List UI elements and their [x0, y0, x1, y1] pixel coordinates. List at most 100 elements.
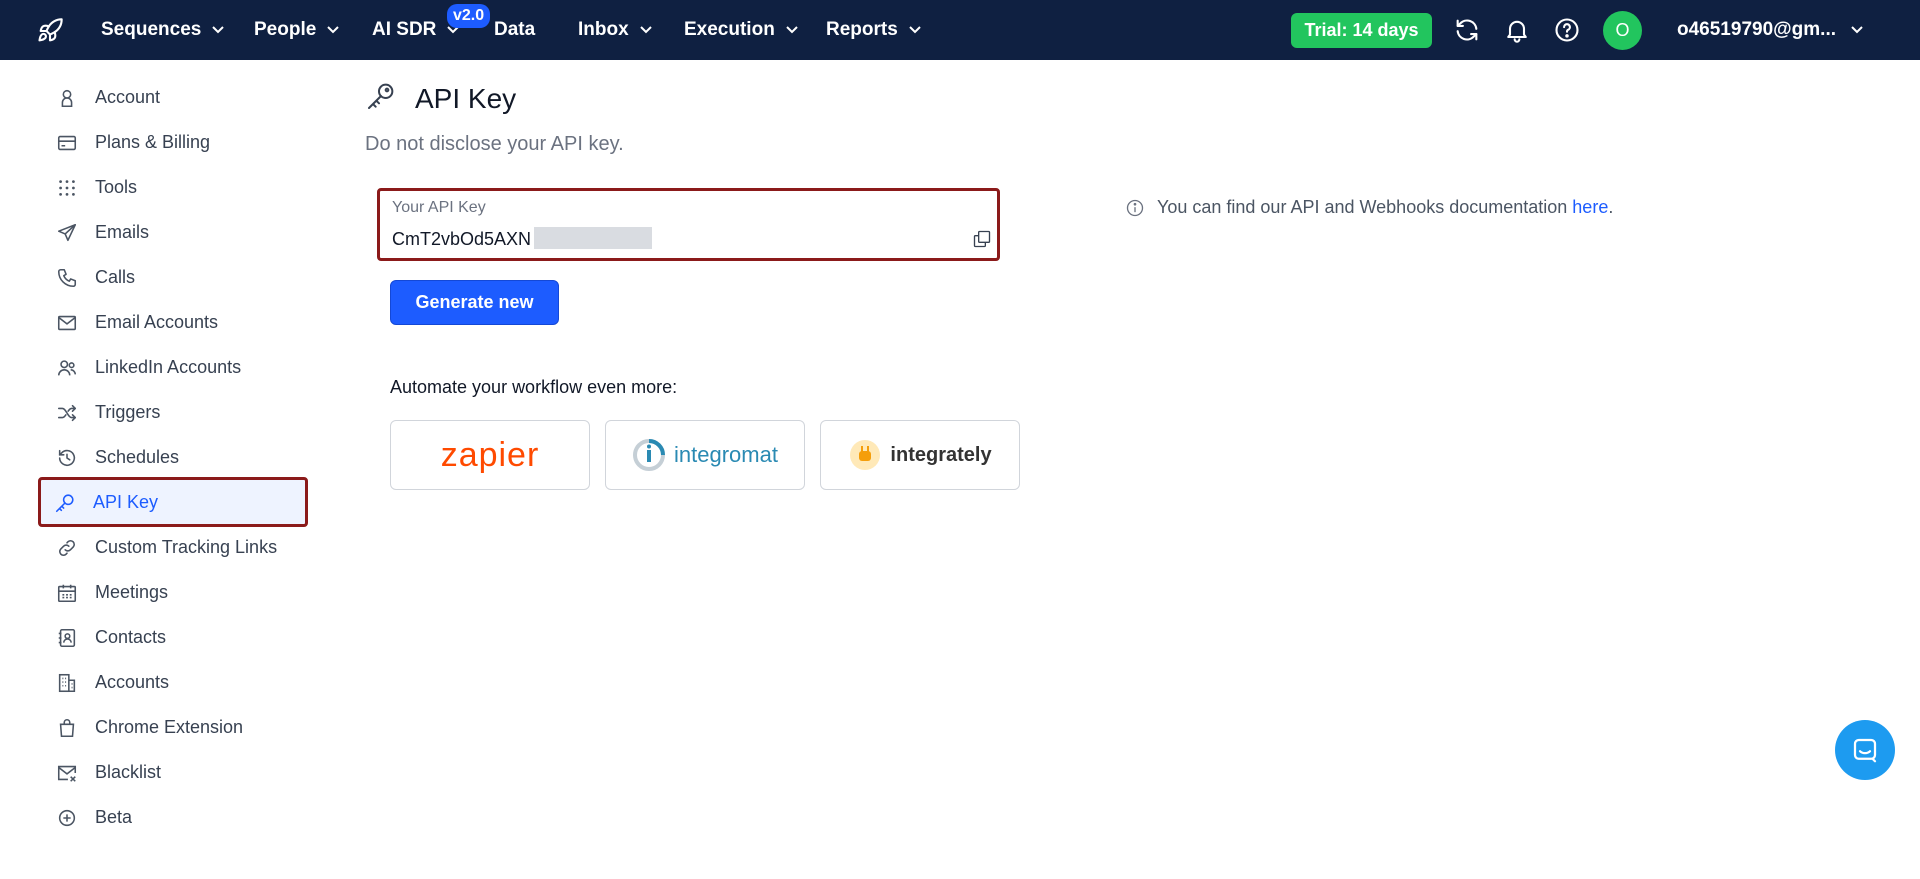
trial-badge-button[interactable]: Trial: 14 days	[1291, 13, 1432, 48]
integration-integrately-card[interactable]: integrately	[820, 420, 1020, 490]
chat-launcher-button[interactable]	[1835, 720, 1895, 780]
nav-sequences[interactable]: Sequences	[101, 0, 225, 60]
nav-label: Sequences	[101, 19, 202, 40]
info-icon	[1126, 199, 1144, 216]
envelope-icon	[57, 315, 77, 331]
sidebar-item-label: Email Accounts	[95, 312, 219, 332]
paper-plane-icon	[57, 223, 77, 242]
sidebar-item-label: Emails	[95, 222, 150, 242]
envelope-x-icon	[57, 765, 77, 782]
ai-sdr-version-badge: v2.0	[447, 4, 491, 28]
help-icon[interactable]	[1553, 16, 1581, 44]
chevron-down-icon[interactable]	[1850, 23, 1864, 37]
nav-people[interactable]: People	[254, 0, 340, 60]
sidebar-item-account[interactable]: Account	[40, 76, 306, 119]
sidebar-item-accounts[interactable]: Accounts	[40, 661, 306, 704]
sidebar-item-tools[interactable]: Tools	[40, 166, 306, 209]
sidebar-item-label: Schedules	[95, 447, 180, 467]
nav-label: Inbox	[578, 19, 629, 40]
users-icon	[57, 360, 77, 376]
chevron-down-icon	[909, 26, 921, 34]
grid-icon	[59, 180, 75, 196]
api-key-redaction	[534, 227, 652, 249]
user-menu[interactable]: o46519790@gm...	[1677, 0, 1836, 60]
nav-label: Execution	[684, 19, 775, 40]
key-icon	[55, 494, 74, 513]
api-docs-link[interactable]: here	[1572, 197, 1608, 218]
sidebar-item-label: Chrome Extension	[95, 717, 244, 737]
api-docs-info: You can find our API and Webhooks docume…	[1125, 197, 1613, 218]
nav-label: Data	[494, 19, 536, 40]
sidebar-item-schedules[interactable]: Schedules	[40, 436, 306, 479]
sidebar-item-label: Triggers	[95, 402, 161, 422]
api-key-value[interactable]: CmT2vbOd5AXN	[392, 229, 531, 250]
page-title-row	[365, 80, 397, 112]
generate-new-button[interactable]: Generate new	[390, 280, 559, 325]
sidebar-item-label: Accounts	[95, 672, 170, 692]
building-icon	[58, 673, 76, 693]
sidebar-item-api-key[interactable]: API Key	[38, 477, 308, 527]
page-title: API Key	[415, 83, 517, 114]
chevron-down-icon	[786, 26, 798, 34]
nav-execution[interactable]: Execution	[684, 0, 799, 60]
contact-book-icon	[58, 628, 76, 648]
credit-card-icon	[57, 135, 77, 151]
key-icon	[368, 83, 394, 109]
sidebar-item-label: Calls	[95, 267, 136, 287]
integration-zapier-card[interactable]: zapier	[390, 420, 590, 490]
chevron-down-icon	[212, 26, 225, 34]
nav-label: AI SDR	[372, 19, 437, 40]
sidebar-item-label: Contacts	[95, 627, 167, 647]
nav-label: Reports	[826, 19, 898, 40]
chevron-down-icon	[327, 26, 340, 34]
avatar[interactable]: O	[1603, 11, 1642, 50]
copy-icon[interactable]	[972, 229, 992, 249]
nav-inbox[interactable]: Inbox	[578, 0, 653, 60]
sidebar-item-label: Plans & Billing	[95, 132, 211, 152]
sidebar-item-label: Beta	[95, 807, 133, 827]
api-docs-suffix: .	[1608, 197, 1614, 217]
sidebar-item-emails[interactable]: Emails	[40, 211, 306, 254]
integrately-logo: integrately	[890, 443, 992, 466]
integration-integromat-card[interactable]: integromat	[605, 420, 805, 490]
sidebar-item-beta[interactable]: Beta	[40, 796, 306, 839]
sidebar-item-label: Meetings	[95, 582, 169, 602]
sidebar-item-label: LinkedIn Accounts	[95, 357, 242, 377]
sidebar-item-label: Account	[95, 87, 161, 107]
sidebar-item-label: Custom Tracking Links	[95, 537, 278, 557]
sidebar-item-plans-billing[interactable]: Plans & Billing	[40, 121, 306, 164]
sidebar-item-meetings[interactable]: Meetings	[40, 571, 306, 614]
history-icon	[58, 449, 76, 467]
nav-reports[interactable]: Reports	[826, 0, 922, 60]
page-subtitle: Do not disclose your API key.	[365, 133, 624, 155]
api-docs-text: You can find our API and Webhooks docume…	[1157, 197, 1568, 217]
sidebar-item-chrome-extension[interactable]: Chrome Extension	[40, 706, 306, 749]
sidebar-item-contacts[interactable]: Contacts	[40, 616, 306, 659]
sidebar-item-blacklist[interactable]: Blacklist	[40, 751, 306, 794]
sidebar-item-custom-tracking-links[interactable]: Custom Tracking Links	[40, 526, 306, 569]
top-navbar: Sequences People AI SDR v2.0 Data Inbox …	[0, 0, 1920, 60]
zapier-logo: zapier	[440, 435, 540, 474]
api-key-label: Your API Key	[392, 199, 486, 216]
calendar-icon	[57, 584, 77, 603]
sidebar-item-label: Blacklist	[95, 762, 162, 782]
api-key-field[interactable]: Your API Key CmT2vbOd5AXN	[377, 188, 1000, 261]
sidebar-item-label: API Key	[93, 491, 159, 512]
shopping-bag-icon	[59, 719, 75, 738]
rocket-logo-icon[interactable]	[36, 17, 64, 45]
integromat-logo-icon	[633, 439, 666, 471]
sidebar-item-email-accounts[interactable]: Email Accounts	[40, 301, 306, 344]
link-icon	[59, 540, 75, 556]
nav-data[interactable]: Data	[494, 0, 535, 60]
plus-circle-icon	[58, 809, 76, 827]
refresh-icon[interactable]	[1453, 16, 1481, 44]
nav-label: People	[254, 19, 317, 40]
integrately-logo-icon	[850, 440, 881, 470]
bell-icon[interactable]	[1503, 16, 1531, 44]
sidebar-item-calls[interactable]: Calls	[40, 256, 306, 299]
sidebar-item-triggers[interactable]: Triggers	[40, 391, 306, 434]
phone-icon	[57, 268, 77, 288]
chat-icon	[1853, 738, 1877, 763]
sidebar-item-linkedin-accounts[interactable]: LinkedIn Accounts	[40, 346, 306, 389]
automate-label: Automate your workflow even more:	[390, 377, 678, 397]
